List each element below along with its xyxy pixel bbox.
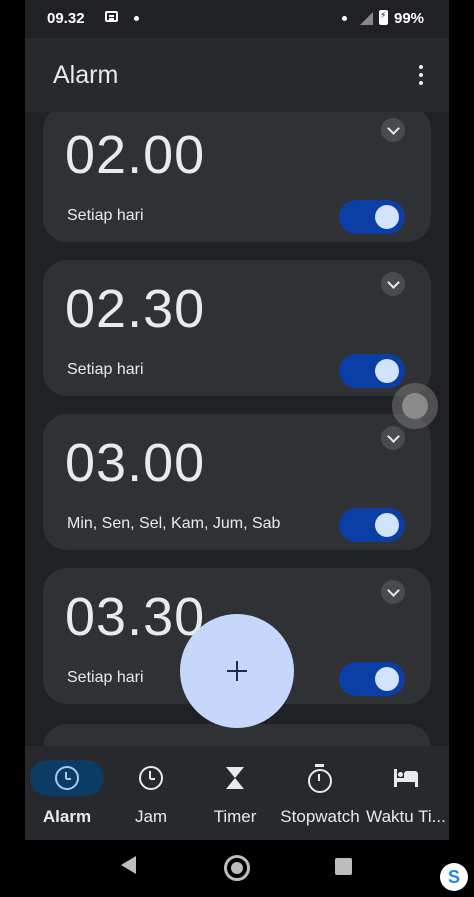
- alarm-toggle[interactable]: [339, 508, 405, 542]
- add-alarm-button[interactable]: [180, 614, 294, 728]
- recents-icon[interactable]: [335, 858, 352, 875]
- message-icon: [105, 11, 118, 22]
- clock-icon: [139, 766, 163, 790]
- alarm-toggle[interactable]: [339, 200, 405, 234]
- alarm-toggle[interactable]: [339, 662, 405, 696]
- notification-dot-icon: [342, 16, 347, 21]
- alarm-repeat-days: Setiap hari: [67, 669, 144, 686]
- signal-icon: [360, 12, 373, 25]
- alarm-card[interactable]: 03.00 Min, Sen, Sel, Kam, Jum, Sab: [43, 414, 431, 550]
- expand-chevron-icon[interactable]: [381, 426, 405, 450]
- alarm-time[interactable]: 03.00: [65, 432, 205, 494]
- expand-chevron-icon[interactable]: [381, 118, 405, 142]
- back-icon[interactable]: [121, 856, 136, 874]
- hourglass-icon: [223, 766, 247, 790]
- bottom-navigation: Alarm Jam Timer Stopwatch Waktu Ti...: [25, 746, 449, 840]
- home-icon[interactable]: [224, 855, 250, 881]
- plus-icon: [227, 661, 247, 681]
- alarm-repeat-days: Setiap hari: [67, 207, 144, 224]
- tab-label: Waktu Ti...: [366, 807, 446, 826]
- notification-dot-icon: [134, 16, 139, 21]
- system-navigation-bar: [0, 840, 474, 897]
- tab-label: Alarm: [42, 807, 92, 826]
- battery-level: 99%: [394, 10, 425, 27]
- bed-icon: [394, 766, 418, 790]
- status-bar: 09.32 99%: [25, 0, 449, 38]
- tab-jam[interactable]: Jam: [109, 746, 193, 840]
- more-vert-icon[interactable]: [419, 65, 425, 85]
- tab-timer[interactable]: Timer: [193, 746, 277, 840]
- tab-label: Stopwatch: [280, 807, 360, 826]
- phone-screen: 09.32 99% Alarm 02.00 Setiap hari 02.30 …: [25, 0, 449, 897]
- expand-chevron-icon[interactable]: [381, 580, 405, 604]
- page-title: Alarm: [53, 61, 119, 89]
- battery-charging-icon: [379, 10, 388, 25]
- alarm-card[interactable]: 02.30 Setiap hari: [43, 260, 431, 396]
- expand-chevron-icon[interactable]: [381, 272, 405, 296]
- tab-bedtime[interactable]: Waktu Ti...: [363, 746, 449, 840]
- app-bar: Alarm: [25, 38, 449, 112]
- alarm-clock-icon: [55, 766, 79, 790]
- alarm-time[interactable]: 02.30: [65, 278, 205, 340]
- alarm-repeat-days: Min, Sen, Sel, Kam, Jum, Sab: [67, 515, 281, 532]
- tab-label: Timer: [213, 807, 257, 826]
- tab-label: Jam: [134, 807, 168, 826]
- app-badge-icon: S: [440, 863, 468, 891]
- tab-alarm[interactable]: Alarm: [25, 746, 109, 840]
- alarm-repeat-days: Setiap hari: [67, 361, 144, 378]
- alarm-card[interactable]: 02.00 Setiap hari: [43, 112, 431, 242]
- alarm-toggle[interactable]: [339, 354, 405, 388]
- alarm-time[interactable]: 02.00: [65, 124, 205, 186]
- tab-stopwatch[interactable]: Stopwatch: [277, 746, 363, 840]
- stopwatch-icon: [308, 764, 332, 793]
- status-time: 09.32: [47, 10, 85, 27]
- alarm-time[interactable]: 03.30: [65, 586, 205, 648]
- touch-indicator: [392, 383, 438, 429]
